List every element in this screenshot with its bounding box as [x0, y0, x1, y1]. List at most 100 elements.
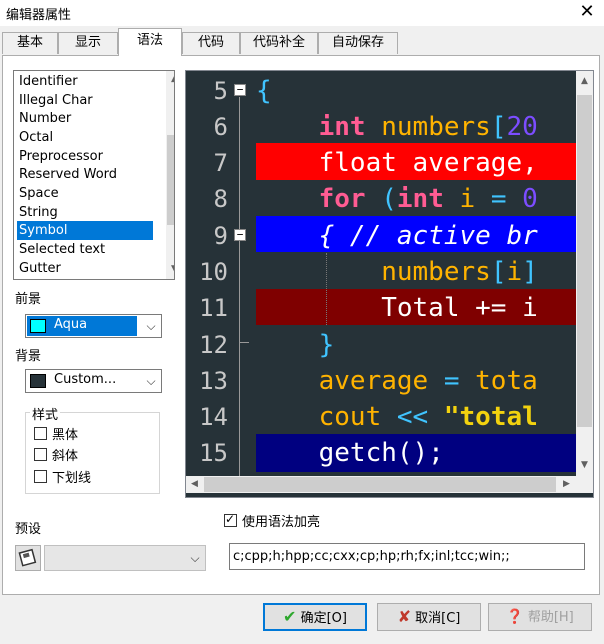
scroll-down-arrow-icon[interactable]: ▼	[576, 457, 593, 474]
chevron-down-icon[interactable]: ⌵	[143, 315, 159, 337]
code-token: 0	[506, 184, 538, 214]
foreground-label: 前景	[15, 292, 42, 307]
list-item[interactable]: Octal	[17, 128, 153, 147]
chevron-down-icon[interactable]: ⌵	[187, 546, 203, 568]
code-line[interactable]: int numbers[20	[256, 109, 576, 145]
syntax-preview-editor[interactable]: 5 6 7 8 9 10 11 12 13 14 15 − − { int nu…	[185, 70, 594, 498]
code-token: average,	[396, 148, 538, 178]
code-token: tota	[459, 366, 538, 396]
list-item[interactable]: Number	[17, 109, 153, 128]
underline-label[interactable]: 下划线	[52, 467, 91, 486]
editor-horizontal-scrollbar[interactable]: ◀ ▶	[186, 476, 576, 493]
code-token: { // active br	[256, 221, 538, 251]
code-line[interactable]: {	[256, 73, 576, 109]
code-line[interactable]: for (int i = 0	[256, 181, 576, 217]
tab-autosave[interactable]: 自动保存	[318, 32, 398, 54]
syntax-highlight-checkbox[interactable]	[224, 512, 237, 527]
foreground-swatch	[30, 319, 46, 333]
window-title: 编辑器属性	[6, 8, 72, 23]
ok-button[interactable]: ✔ 确定[O]	[263, 603, 367, 631]
help-button-label: 帮助[H]	[527, 610, 574, 625]
code-token: <<	[396, 402, 429, 432]
italic-checkbox[interactable]	[34, 448, 47, 461]
line-number: 14	[199, 403, 228, 431]
line-number: 12	[199, 331, 228, 359]
foreground-value: Aqua	[54, 317, 88, 332]
list-item-selected[interactable]: Symbol	[17, 221, 153, 240]
line-number: 11	[199, 294, 228, 322]
list-item[interactable]: Identifier	[17, 72, 153, 91]
list-scroll-thumb[interactable]	[167, 135, 174, 225]
check-icon: ✔	[283, 607, 297, 626]
scroll-left-arrow-icon[interactable]: ◀	[186, 476, 203, 493]
code-line[interactable]: }	[256, 327, 576, 363]
cancel-button[interactable]: ✘ 取消[C]	[377, 603, 481, 631]
help-button[interactable]: ❓ 帮助[H]	[488, 603, 592, 631]
code-token: int	[318, 112, 366, 142]
close-button[interactable]: ✕	[570, 0, 604, 26]
cancel-button-label: 取消[C]	[415, 611, 461, 626]
code-line[interactable]: numbers[i]	[256, 254, 576, 290]
title-bar	[0, 0, 604, 26]
code-token: (	[365, 184, 397, 214]
syntax-element-list[interactable]: Identifier Illegal Char Number Octal Pre…	[13, 70, 175, 280]
tab-code[interactable]: 代码	[182, 32, 240, 54]
code-area[interactable]: 5 6 7 8 9 10 11 12 13 14 15 − − { int nu…	[186, 71, 576, 476]
scroll-up-arrow-icon[interactable]: ▲	[576, 73, 593, 90]
ok-button-label: 确定[O]	[300, 611, 347, 626]
tab-code-completion[interactable]: 代码补全	[240, 32, 318, 54]
code-line[interactable]: cout << "total	[256, 399, 576, 435]
presets-combo[interactable]: ⌵	[44, 545, 206, 571]
syntax-highlight-label[interactable]: 使用语法加亮	[242, 511, 320, 530]
fold-minus-icon[interactable]: −	[234, 229, 246, 241]
scroll-down-arrow-icon[interactable]: ▼	[166, 261, 174, 278]
file-extensions-input[interactable]: c;cpp;h;hpp;cc;cxx;cp;hp;rh;fx;inl;tcc;w…	[229, 543, 585, 570]
x-icon: ✘	[397, 607, 412, 626]
line-number: 10	[199, 258, 228, 286]
background-label: 背景	[15, 349, 42, 364]
list-item[interactable]: Gutter	[17, 259, 153, 278]
line-number: 5	[213, 77, 228, 105]
list-scrollbar[interactable]: ▲ ▼	[166, 71, 174, 279]
list-item[interactable]: String	[17, 203, 153, 222]
editor-hscroll-thumb[interactable]	[204, 477, 556, 492]
code-line[interactable]: float average,	[256, 145, 576, 181]
code-line[interactable]: getch();	[256, 435, 576, 471]
code-token: average	[256, 366, 444, 396]
bold-checkbox[interactable]	[34, 427, 47, 440]
bold-label[interactable]: 黑体	[52, 424, 78, 443]
fold-minus-icon[interactable]: −	[234, 84, 246, 96]
disk-icon	[18, 548, 37, 567]
tab-display[interactable]: 显示	[58, 32, 118, 54]
list-item[interactable]: Preprocessor	[17, 147, 153, 166]
preset-load-button[interactable]	[15, 545, 41, 571]
editor-vertical-scrollbar[interactable]: ▲ ▼	[576, 71, 593, 476]
code-token: [	[490, 257, 507, 287]
list-item[interactable]: Reserved Word	[17, 165, 153, 184]
list-item[interactable]: Space	[17, 184, 153, 203]
code-line[interactable]: { // active br	[256, 218, 576, 254]
italic-label[interactable]: 斜体	[52, 445, 78, 464]
line-number: 15	[199, 439, 228, 467]
tab-basic[interactable]: 基本	[2, 32, 58, 54]
code-token: {	[256, 76, 272, 106]
fold-line	[239, 97, 240, 476]
background-combo[interactable]: Custom... ⌵	[25, 369, 162, 393]
underline-checkbox[interactable]	[34, 470, 47, 483]
background-value: Custom...	[54, 372, 117, 387]
tab-syntax[interactable]: 语法	[118, 28, 182, 56]
scroll-up-arrow-icon[interactable]: ▲	[166, 71, 174, 88]
code-line[interactable]: average = tota	[256, 363, 576, 399]
scroll-right-arrow-icon[interactable]: ▶	[558, 476, 575, 493]
code-token: i	[443, 184, 491, 214]
list-item[interactable]: Selected text	[17, 240, 153, 259]
code-token: i	[506, 257, 523, 287]
code-line[interactable]: Total += i	[256, 290, 576, 326]
line-number: 9	[213, 222, 228, 250]
chevron-down-icon[interactable]: ⌵	[143, 370, 159, 392]
editor-vscroll-thumb[interactable]	[577, 95, 592, 427]
foreground-combo[interactable]: Aqua ⌵	[25, 314, 162, 338]
list-item[interactable]: Illegal Char	[17, 91, 153, 110]
